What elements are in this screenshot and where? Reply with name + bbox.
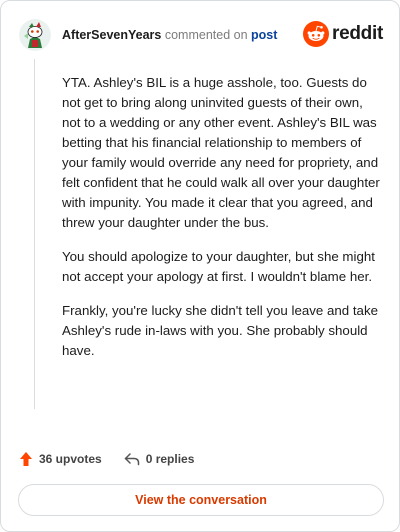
reddit-snoo-icon: [303, 21, 330, 47]
upvote-count: 36 upvotes: [39, 452, 102, 466]
thread-line: [34, 59, 35, 409]
post-link[interactable]: post: [251, 28, 277, 42]
action-text: commented on: [161, 28, 252, 42]
reddit-wordmark: reddit: [332, 23, 383, 44]
upvote-arrow-icon: [20, 452, 32, 466]
comment-paragraph: You should apologize to your daughter, b…: [62, 249, 375, 284]
reply-count: 0 replies: [145, 452, 195, 466]
username[interactable]: AfterSevenYears: [62, 28, 161, 42]
snoo-avatar-icon[interactable]: [19, 19, 51, 51]
comment-paragraph: YTA. Ashley's BIL is a huge asshole, too…: [62, 75, 380, 230]
upvote-button[interactable]: 36 upvotes: [19, 451, 102, 467]
comment-meta: AfterSevenYears commented on post: [62, 27, 277, 43]
view-conversation-button[interactable]: View the conversation: [18, 484, 384, 516]
comment-actions: 36 upvotes 0 replies: [19, 449, 194, 469]
reddit-logo[interactable]: reddit: [303, 21, 383, 47]
embedded-comment-card: AfterSevenYears commented on post reddit…: [0, 0, 400, 532]
comment-header: AfterSevenYears commented on post reddit: [19, 15, 383, 55]
replies-button[interactable]: 0 replies: [124, 452, 195, 466]
comment-paragraph: Frankly, you're lucky she didn't tell yo…: [62, 303, 378, 358]
reply-arrow-icon: [124, 453, 139, 466]
comment-body: YTA. Ashley's BIL is a huge asshole, too…: [62, 73, 382, 375]
